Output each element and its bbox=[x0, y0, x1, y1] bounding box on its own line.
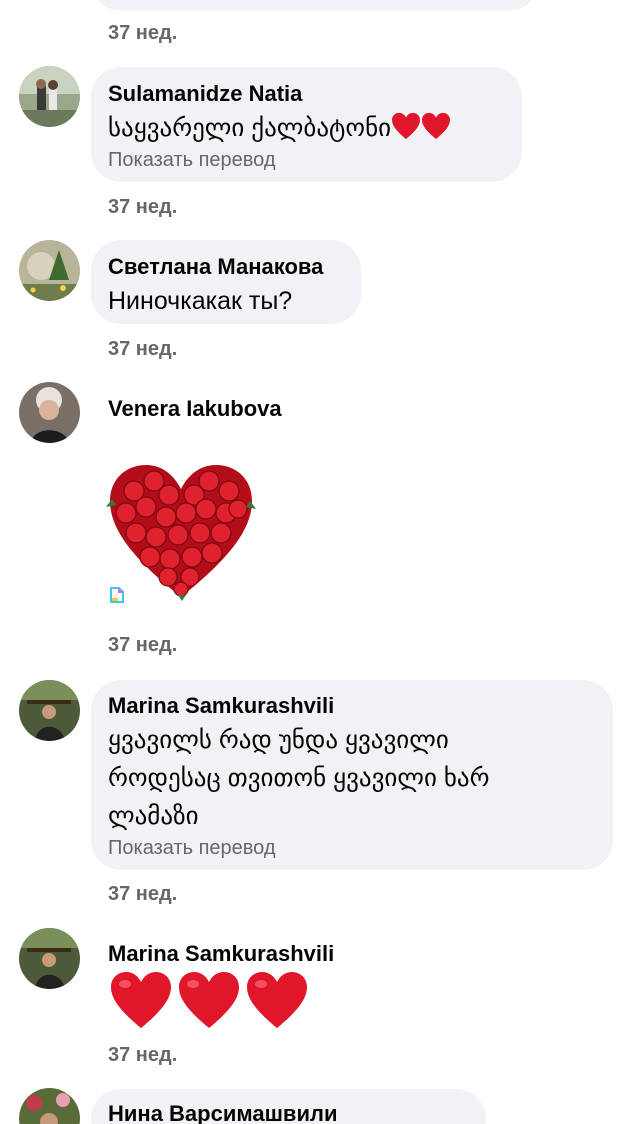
red-heart-emoji bbox=[422, 112, 451, 140]
comment-author[interactable]: Светлана Манакова bbox=[108, 254, 323, 280]
comment-time[interactable]: 37 нед. bbox=[108, 883, 177, 906]
avatar[interactable] bbox=[19, 240, 80, 301]
comment-time[interactable]: 37 нед. bbox=[108, 1044, 177, 1067]
avatar[interactable] bbox=[19, 1088, 80, 1124]
comment-author[interactable]: Venera Iakubova bbox=[108, 396, 282, 422]
comment-author[interactable]: Нина Варсимашвили bbox=[108, 1101, 337, 1124]
show-translation-link[interactable]: Показать перевод bbox=[108, 149, 276, 172]
comment-author[interactable]: Marina Samkurashvili bbox=[108, 693, 334, 719]
avatar[interactable] bbox=[19, 382, 80, 443]
comment-text-line: ყვავილს რად უნდა ყვავილი bbox=[108, 726, 449, 754]
comment-time[interactable]: 37 нед. bbox=[108, 196, 177, 219]
red-heart-emoji bbox=[392, 112, 421, 140]
red-heart-emoji bbox=[111, 972, 171, 1028]
avatar[interactable] bbox=[19, 680, 80, 741]
three-red-hearts-emoji bbox=[108, 970, 312, 1035]
show-translation-link[interactable]: Показать перевод bbox=[108, 837, 276, 860]
avatar[interactable] bbox=[19, 66, 80, 127]
comment-text: Ниночкакак ты? bbox=[108, 287, 293, 315]
comment-author[interactable]: Marina Samkurashvili bbox=[108, 941, 334, 967]
sticker-badge-icon bbox=[110, 587, 124, 603]
rose-heart-sticker[interactable] bbox=[106, 456, 256, 606]
comment-time[interactable]: 37 нед. bbox=[108, 22, 177, 45]
comment-text-content: საყვარელი ქალბატონი bbox=[108, 114, 392, 142]
comment-time[interactable]: 37 нед. bbox=[108, 338, 177, 361]
comment-bubble-partial[interactable] bbox=[93, 0, 537, 10]
red-heart-emoji bbox=[247, 972, 307, 1028]
avatar[interactable] bbox=[19, 928, 80, 989]
comment-text-line: როდესაც თვითონ ყვავილი ხარ bbox=[108, 764, 490, 792]
comment-text: საყვარელი ქალბატონი bbox=[108, 109, 451, 147]
red-heart-emoji bbox=[179, 972, 239, 1028]
comment-author[interactable]: Sulamanidze Natia bbox=[108, 81, 302, 107]
comment-time[interactable]: 37 нед. bbox=[108, 634, 177, 657]
comment-text-line: ლამაზი bbox=[108, 802, 199, 830]
